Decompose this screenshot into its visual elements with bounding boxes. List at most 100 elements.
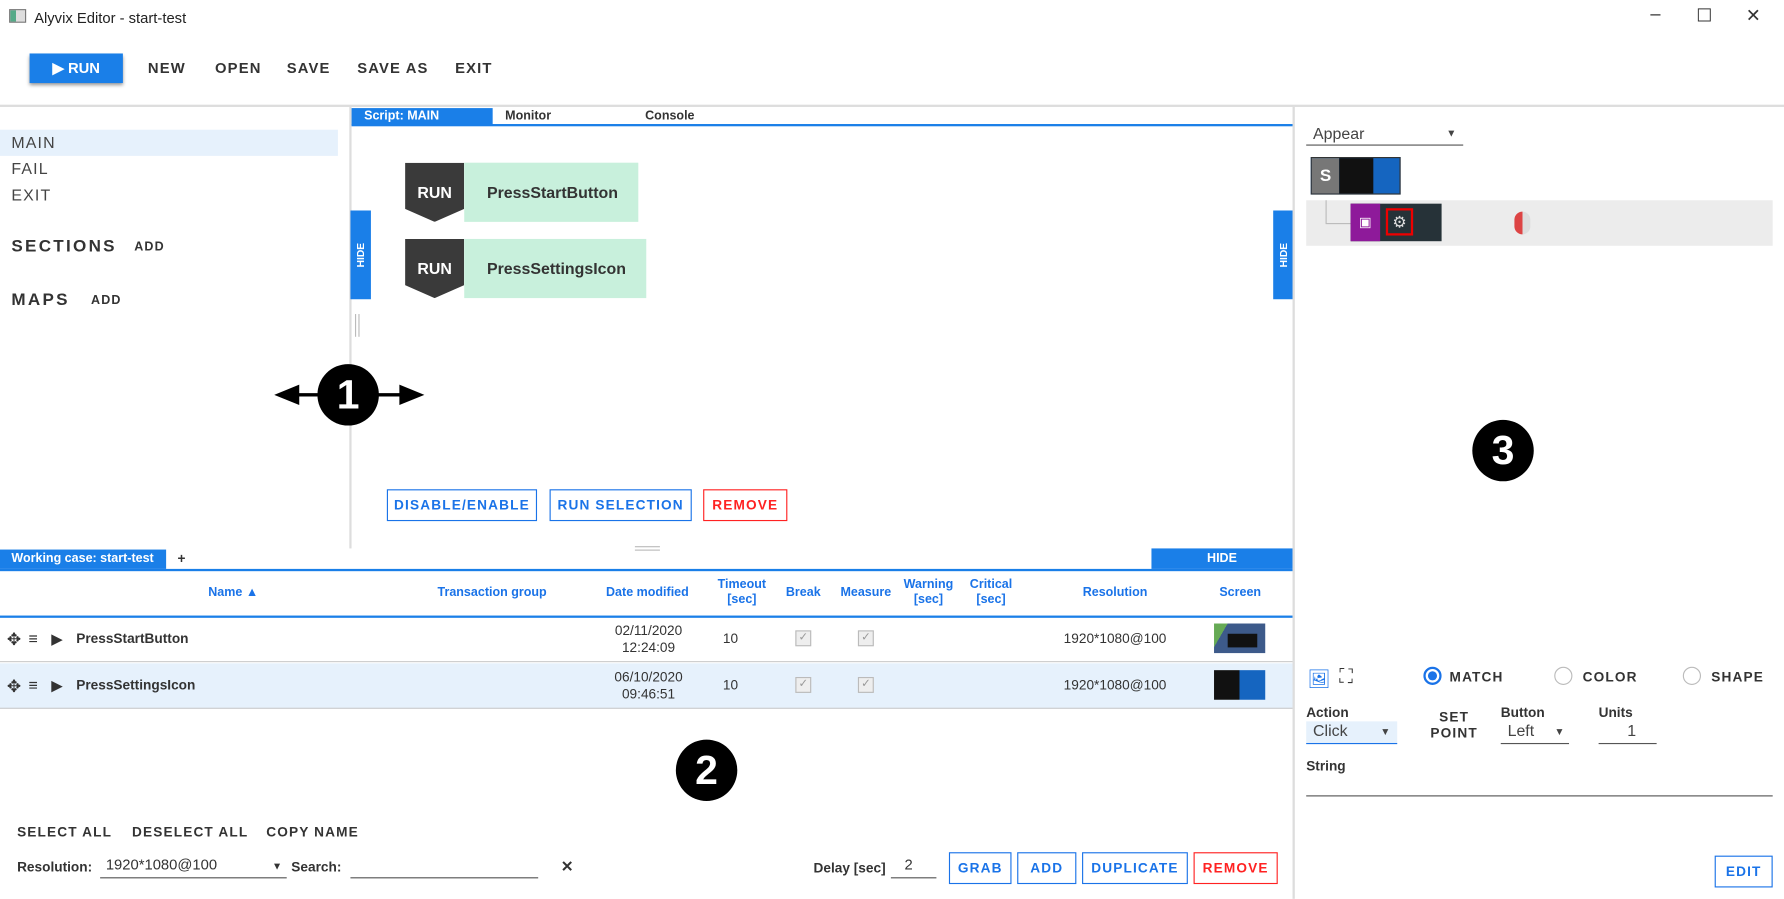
column-timeout[interactable]: Timeout [sec] <box>713 578 770 608</box>
delay-input[interactable]: 2 <box>890 856 937 879</box>
add-button[interactable]: ADD <box>1017 852 1077 885</box>
title-bar: Alyvix Editor - start-test – ☐ ✕ <box>0 0 1784 34</box>
close-button[interactable]: ✕ <box>1736 5 1770 28</box>
maps-heading: MAPS <box>11 290 70 310</box>
screen-thumbnail[interactable] <box>1214 670 1266 700</box>
row-timeout[interactable]: 10 <box>713 630 747 646</box>
row-resolution: 1920*1080@100 <box>1063 630 1167 647</box>
object-row[interactable]: ▣ ⚙ <box>1306 200 1773 246</box>
edit-button[interactable]: EDIT <box>1714 855 1773 888</box>
row-timeout[interactable]: 10 <box>713 677 747 693</box>
object-node[interactable]: ▣ ⚙ <box>1350 203 1442 242</box>
column-date-modified[interactable]: Date modified <box>597 586 697 601</box>
add-case-tab-button[interactable]: + <box>177 551 185 567</box>
disable-enable-button[interactable]: DISABLE/ENABLE <box>386 489 538 522</box>
step-name[interactable]: PressStartButton <box>464 162 639 222</box>
run-button[interactable]: ▶ RUN <box>29 53 123 84</box>
column-transaction-group[interactable]: Transaction group <box>421 586 563 601</box>
tab-script-main[interactable]: Script: MAIN <box>351 108 493 126</box>
screen-thumbnail[interactable] <box>1214 623 1266 654</box>
screen-node[interactable]: S <box>1310 157 1401 195</box>
shape-radio[interactable] <box>1682 666 1702 685</box>
button-select[interactable]: Left ▼ <box>1500 721 1570 745</box>
column-resolution[interactable]: Resolution <box>1064 586 1166 601</box>
copy-name-button[interactable]: COPY NAME <box>266 818 359 845</box>
column-screen[interactable]: Screen <box>1206 586 1274 601</box>
play-icon: ▶ <box>52 59 68 77</box>
open-button[interactable]: OPEN <box>215 55 261 82</box>
left-item-fail[interactable]: FAIL <box>0 156 338 182</box>
set-point-button[interactable]: SET POINT <box>1425 709 1484 741</box>
drag-handle-icon[interactable]: ✥ <box>7 676 21 696</box>
break-checkbox[interactable]: ✓ <box>795 676 812 693</box>
minimize-button[interactable]: – <box>1638 5 1672 25</box>
step-kind-run[interactable]: RUN <box>405 238 465 299</box>
divider <box>0 104 1784 107</box>
column-critical[interactable]: Critical [sec] <box>965 578 1017 608</box>
play-icon[interactable]: ▶ <box>51 630 62 648</box>
dropdown-arrow-icon: ▼ <box>1554 725 1565 738</box>
remove-steps-button[interactable]: REMOVE <box>703 489 788 522</box>
duplicate-button[interactable]: DUPLICATE <box>1082 852 1188 885</box>
maximize-button[interactable]: ☐ <box>1687 5 1721 28</box>
step-kind-run[interactable]: RUN <box>405 162 465 222</box>
search-input[interactable] <box>350 856 539 879</box>
column-name[interactable]: Name ▲ <box>171 586 296 601</box>
table-row[interactable]: ✥ ≡ ▶ PressStartButton 02/11/2020 12:24:… <box>0 617 1293 663</box>
left-item-main[interactable]: MAIN <box>0 129 338 156</box>
hide-left-button[interactable]: HIDE <box>350 210 371 300</box>
table-row[interactable]: ✥ ≡ ▶ PressSettingsIcon 06/10/2020 09:46… <box>0 663 1293 709</box>
column-break[interactable]: Break <box>781 586 827 601</box>
action-select[interactable]: Click ▼ <box>1306 721 1398 745</box>
play-icon[interactable]: ▶ <box>51 677 62 695</box>
add-map-button[interactable]: ADD <box>91 294 122 308</box>
hide-right-button[interactable]: HIDE <box>1273 210 1294 300</box>
add-section-button[interactable]: ADD <box>134 240 165 254</box>
add-to-script-icon[interactable]: ≡ <box>28 629 37 647</box>
grab-button[interactable]: GRAB <box>948 852 1012 885</box>
run-selection-button[interactable]: RUN SELECTION <box>549 489 692 522</box>
row-name: PressStartButton <box>76 630 189 647</box>
splitter-grip[interactable] <box>354 314 360 337</box>
callout-2: 2 <box>675 739 738 802</box>
measure-checkbox[interactable]: ✓ <box>857 630 874 647</box>
match-radio[interactable] <box>1423 666 1442 685</box>
remove-case-button[interactable]: REMOVE <box>1193 852 1278 885</box>
step-name[interactable]: PressSettingsIcon <box>464 238 647 299</box>
callout-3: 3 <box>1472 419 1534 482</box>
panel-splitter[interactable] <box>349 106 352 549</box>
image-icon[interactable]: 🖼︎ <box>1307 668 1330 691</box>
appear-select[interactable]: Appear ▼ <box>1306 124 1464 146</box>
sections-heading: SECTIONS <box>11 236 117 257</box>
color-radio[interactable] <box>1554 666 1573 685</box>
clear-search-icon[interactable]: ✕ <box>561 858 573 876</box>
horizontal-splitter[interactable] <box>634 546 660 551</box>
units-label: Units <box>1598 704 1633 721</box>
add-to-script-icon[interactable]: ≡ <box>28 676 37 694</box>
action-label: Action <box>1306 704 1349 721</box>
deselect-all-button[interactable]: DESELECT ALL <box>132 818 248 845</box>
hide-cases-button[interactable]: HIDE <box>1151 548 1293 569</box>
drag-handle-icon[interactable]: ✥ <box>7 629 21 649</box>
save-button[interactable]: SAVE <box>287 55 331 82</box>
column-measure[interactable]: Measure <box>837 586 894 601</box>
new-button[interactable]: NEW <box>148 55 186 82</box>
select-all-button[interactable]: SELECT ALL <box>17 818 112 845</box>
left-item-exit[interactable]: EXIT <box>0 182 338 208</box>
string-input[interactable] <box>1306 774 1773 797</box>
save-as-button[interactable]: SAVE AS <box>357 55 428 82</box>
break-checkbox[interactable]: ✓ <box>795 630 812 647</box>
tab-console[interactable]: Console <box>645 108 694 125</box>
tab-working-case[interactable]: Working case: start-test <box>0 549 167 569</box>
panel-splitter[interactable] <box>1292 106 1295 899</box>
tab-monitor[interactable]: Monitor <box>505 108 551 125</box>
measure-checkbox[interactable]: ✓ <box>857 676 874 693</box>
screen-thumbnail <box>1339 158 1374 194</box>
column-warning[interactable]: Warning [sec] <box>901 578 956 608</box>
fullscreen-icon[interactable]: ⛶ <box>1339 666 1353 689</box>
exit-button[interactable]: EXIT <box>455 55 492 82</box>
units-input[interactable]: 1 <box>1598 721 1657 745</box>
row-time: 09:46:51 <box>621 686 676 703</box>
screen-node-label: S <box>1311 158 1340 194</box>
resolution-select[interactable]: 1920*1080@100 ▼ <box>100 856 287 879</box>
